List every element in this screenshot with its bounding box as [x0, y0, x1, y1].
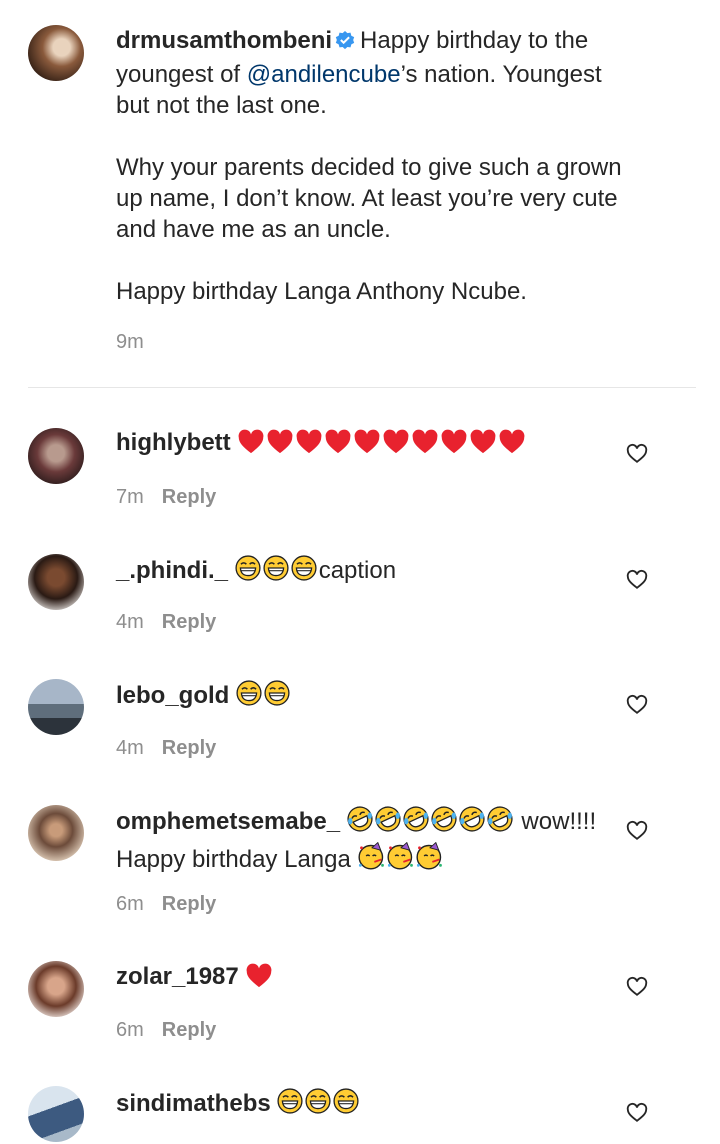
comment-text-line2: Happy birthday Langa	[116, 846, 358, 873]
comment-body: _.phindi._ caption	[116, 554, 648, 590]
avatar[interactable]	[28, 25, 84, 81]
comment-username[interactable]: highlybett	[116, 429, 231, 456]
avatar[interactable]	[28, 805, 84, 861]
comment-meta: 6m Reply	[116, 892, 216, 916]
like-heart-icon[interactable]	[626, 694, 648, 716]
mention-link[interactable]: @andilencube	[247, 61, 401, 88]
comment-username[interactable]: omphemetsemabe_	[116, 808, 340, 835]
like-heart-icon[interactable]	[626, 569, 648, 591]
comment-body: lebo_gold	[116, 679, 648, 715]
laughing-emoji	[277, 1087, 361, 1123]
comment-body: zolar_1987	[116, 960, 648, 996]
avatar[interactable]	[28, 1086, 84, 1142]
comment-body: omphemetsemabe_ wow!!!! Happy birthday La…	[116, 805, 610, 879]
timestamp: 6m	[116, 893, 144, 915]
comment-body: highlybett	[116, 426, 648, 462]
comment-meta: 6m Reply	[116, 1018, 216, 1042]
like-heart-icon[interactable]	[626, 976, 648, 998]
like-heart-icon[interactable]	[626, 443, 648, 465]
reply-button[interactable]: Reply	[162, 611, 216, 633]
comment-username[interactable]: sindimathebs	[116, 1090, 271, 1117]
comment-username[interactable]: zolar_1987	[116, 963, 239, 990]
avatar[interactable]	[28, 679, 84, 735]
caption-timestamp: 9m	[116, 330, 144, 354]
timestamp: 6m	[116, 1019, 144, 1041]
comment-body: sindimathebs	[116, 1087, 648, 1123]
timestamp: 7m	[116, 486, 144, 508]
caption-username[interactable]: drmusamthombeni	[116, 27, 332, 54]
like-heart-icon[interactable]	[626, 1102, 648, 1124]
like-heart-icon[interactable]	[626, 820, 648, 842]
red-heart-emoji	[237, 426, 527, 462]
laughing-emoji	[236, 679, 292, 715]
verified-badge-icon	[334, 28, 356, 59]
divider	[28, 387, 696, 388]
avatar[interactable]	[28, 554, 84, 610]
timestamp: 4m	[116, 611, 144, 633]
avatar[interactable]	[28, 428, 84, 484]
comment-username[interactable]: _.phindi._	[116, 557, 228, 584]
comment-username[interactable]: lebo_gold	[116, 682, 229, 709]
timestamp: 4m	[116, 737, 144, 759]
caption-text-after: ’s nation. Youngest but not the last one…	[116, 61, 622, 305]
reply-button[interactable]: Reply	[162, 486, 216, 508]
caption-text: drmusamthombeni Happy birthday to the you…	[116, 25, 640, 307]
reply-button[interactable]: Reply	[162, 893, 216, 915]
comment-text: caption	[318, 557, 397, 584]
red-heart-emoji	[245, 960, 275, 996]
comment-meta: 7m Reply	[116, 485, 216, 509]
laughing-emoji	[235, 554, 319, 590]
rofl-emoji	[346, 805, 515, 841]
party-face-emoji	[357, 841, 448, 879]
comment-meta: 4m Reply	[116, 610, 216, 634]
comment-meta: 4m Reply	[116, 736, 216, 760]
reply-button[interactable]: Reply	[162, 1019, 216, 1041]
timestamp: 9m	[116, 331, 144, 353]
reply-button[interactable]: Reply	[162, 737, 216, 759]
avatar[interactable]	[28, 961, 84, 1017]
comment-text: wow!!!!	[514, 808, 597, 835]
